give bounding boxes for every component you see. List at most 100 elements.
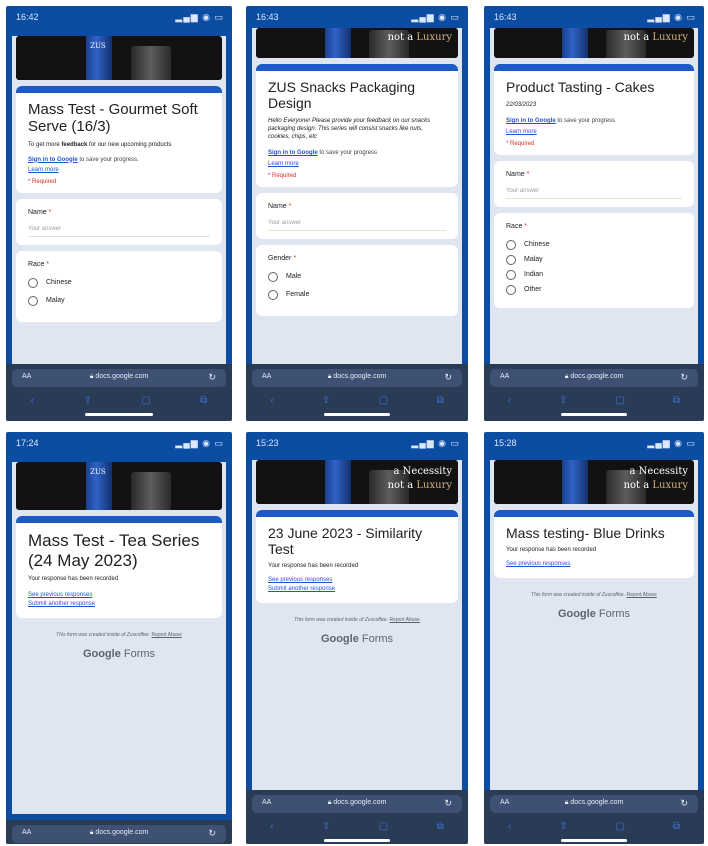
see-previous-link[interactable]: See previous responses: [28, 592, 210, 598]
radio-option[interactable]: Other: [506, 284, 682, 295]
tabs-icon[interactable]: ⧉: [673, 395, 680, 406]
form-header-card: Product Tasting - Cakes 22/03/2023 Sign …: [494, 64, 694, 155]
form-page: not a Luxury Product Tasting - Cakes 22/…: [490, 28, 698, 364]
address-bar[interactable]: AA 🔒︎ docs.google.com ↻: [12, 825, 226, 843]
back-icon[interactable]: ‹: [508, 821, 511, 832]
form-title: ZUS Snacks Packaging Design: [268, 79, 416, 112]
race-label: Race *: [28, 260, 50, 268]
back-icon[interactable]: ‹: [508, 395, 511, 406]
reload-icon[interactable]: ↻: [444, 798, 452, 809]
form-header-card: Mass Test - Tea Series (24 May 2023) You…: [16, 516, 222, 619]
learn-more-link[interactable]: Learn more: [268, 161, 446, 167]
tabs-icon[interactable]: ⧉: [437, 395, 444, 406]
status-time: 15:23: [256, 438, 279, 448]
tabs-icon[interactable]: ⧉: [437, 821, 444, 832]
signin-link[interactable]: Sign in to Google: [28, 157, 78, 163]
form-banner: not a Luxury: [256, 28, 458, 58]
address-bar[interactable]: AA 🔒︎ docs.google.com ↻: [252, 795, 462, 813]
reload-icon[interactable]: ↻: [208, 372, 216, 383]
form-page: not a Luxury ZUS Snacks Packaging Design…: [252, 28, 462, 364]
see-previous-link[interactable]: See previous responses: [268, 577, 446, 583]
see-previous-link[interactable]: See previous responses: [506, 561, 682, 567]
address-bar[interactable]: AA 🔒︎ docs.google.com ↻: [490, 369, 698, 387]
zus-logo: ZUS: [90, 42, 106, 50]
form-title: Mass Test - Gourmet Soft Serve (16/3): [28, 101, 198, 136]
url-text: 🔒︎ docs.google.com: [327, 373, 387, 380]
signin-text: Sign in to Google to save your progress: [506, 118, 616, 125]
signin-link[interactable]: Sign in to Google: [506, 118, 556, 124]
banner-slogan: not a Luxury: [623, 32, 688, 43]
bookmarks-icon[interactable]: ▢: [616, 395, 625, 406]
google-forms-logo: Google Forms: [320, 633, 394, 646]
address-bar[interactable]: AA 🔒︎ docs.google.com ↻: [490, 795, 698, 813]
radio-option[interactable]: Female: [268, 289, 446, 300]
radio-option[interactable]: Indian: [506, 269, 682, 280]
form-header-card: Mass testing- Blue Drinks Your response …: [494, 510, 694, 579]
tabs-icon[interactable]: ⧉: [200, 395, 207, 406]
reload-icon[interactable]: ↻: [444, 372, 452, 383]
banner-slogan-line1: a Necessity: [393, 466, 452, 477]
footer-note: This form was created inside of Zuscoffe…: [56, 632, 182, 639]
radio-icon: [506, 239, 516, 250]
signin-link[interactable]: Sign in to Google: [268, 150, 318, 156]
address-bar[interactable]: AA 🔒︎ docs.google.com ↻: [12, 369, 226, 387]
radio-option[interactable]: Male: [268, 271, 446, 282]
share-icon[interactable]: ⇪: [83, 395, 91, 406]
google-forms-logo: Google Forms: [82, 648, 156, 661]
radio-option[interactable]: Malay: [28, 295, 210, 306]
form-banner: ZUS: [16, 462, 222, 510]
name-input[interactable]: Your answer: [268, 220, 446, 231]
bookmarks-icon[interactable]: ▢: [379, 395, 388, 406]
reload-icon[interactable]: ↻: [680, 798, 688, 809]
radio-icon: [268, 271, 278, 282]
share-icon[interactable]: ⇪: [559, 395, 567, 406]
form-page: a Necessity not a Luxury 23 June 2023 - …: [252, 460, 462, 790]
back-icon[interactable]: ‹: [31, 395, 34, 406]
back-icon[interactable]: ‹: [270, 821, 273, 832]
url-text: 🔒︎ docs.google.com: [564, 799, 624, 806]
bookmarks-icon[interactable]: ▢: [616, 821, 625, 832]
submit-another-link[interactable]: Submit another response: [268, 586, 446, 592]
share-icon[interactable]: ⇪: [559, 821, 567, 832]
radio-option[interactable]: Chinese: [506, 239, 682, 250]
reload-icon[interactable]: ↻: [208, 828, 216, 839]
gender-question-card: Gender * Male Female: [256, 244, 458, 316]
name-input[interactable]: Your answer: [28, 226, 210, 237]
report-abuse-link[interactable]: Report Abuse: [390, 617, 420, 623]
address-bar[interactable]: AA 🔒︎ docs.google.com ↻: [252, 369, 462, 387]
status-time: 17:24: [16, 438, 39, 448]
bookmarks-icon[interactable]: ▢: [141, 395, 150, 406]
reload-icon[interactable]: ↻: [680, 372, 688, 383]
home-indicator: [85, 413, 153, 416]
submit-another-link[interactable]: Submit another response: [28, 601, 210, 607]
back-icon[interactable]: ‹: [270, 395, 273, 406]
radio-icon: [28, 277, 38, 288]
url-text: 🔒︎ docs.google.com: [89, 373, 149, 380]
tabs-icon[interactable]: ⧉: [673, 821, 680, 832]
name-question-card: Name * Your answer: [256, 192, 458, 239]
safari-toolbar: ‹ ⇪ ▢ ⧉: [246, 390, 468, 410]
name-input[interactable]: Your answer: [506, 188, 682, 199]
safari-toolbar: ‹ ⇪ ▢ ⧉: [6, 390, 232, 410]
report-abuse-link[interactable]: Report Abuse: [627, 592, 657, 598]
share-icon[interactable]: ⇪: [322, 395, 330, 406]
required-note: * Required: [506, 140, 535, 147]
radio-option[interactable]: Malay: [506, 254, 682, 265]
form-title: Product Tasting - Cakes: [506, 79, 655, 95]
report-abuse-link[interactable]: Report Abuse: [152, 632, 182, 638]
phone-screenshot-1: 16:42 ▂▄▆ ◉ ▭ ZUS Mass Test - Gourmet So…: [6, 6, 232, 421]
radio-option[interactable]: Chinese: [28, 277, 210, 288]
form-banner: not a Luxury: [494, 28, 694, 58]
share-icon[interactable]: ⇪: [322, 821, 330, 832]
form-page: a Necessity not a Luxury Mass testing- B…: [490, 460, 698, 790]
response-recorded: Your response has been recorded: [268, 563, 359, 570]
race-label: Race *: [506, 222, 528, 230]
phone-screenshot-2: 16:43 ▂▄▆ ◉ ▭ not a Luxury ZUS Snacks Pa…: [246, 6, 468, 421]
cup-image: [562, 460, 588, 504]
bookmarks-icon[interactable]: ▢: [379, 821, 388, 832]
learn-more-link[interactable]: Learn more: [28, 167, 210, 173]
learn-more-link[interactable]: Learn more: [506, 129, 682, 135]
signal-wifi-battery-icon: ▂▄▆ ◉ ▭: [647, 12, 696, 22]
name-label: Name *: [506, 170, 530, 178]
radio-icon: [506, 269, 516, 280]
